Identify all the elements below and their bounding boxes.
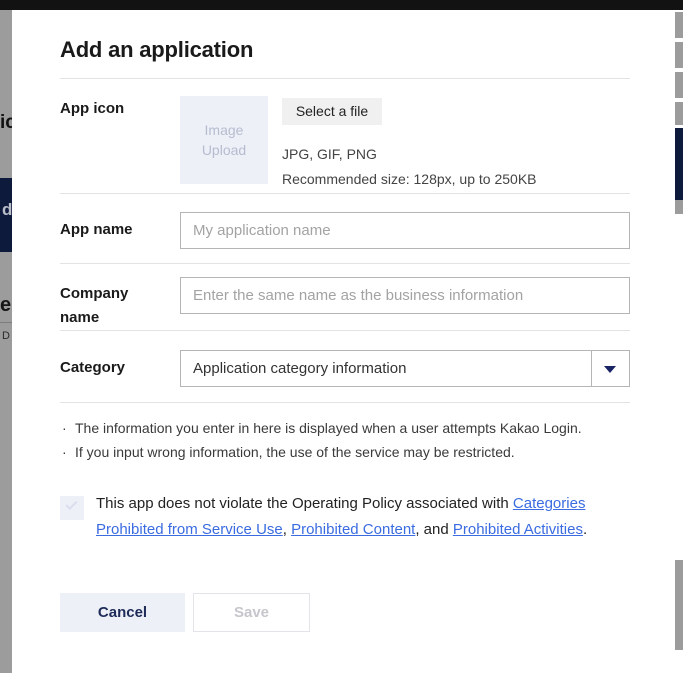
policy-checkbox[interactable]: [60, 496, 84, 520]
category-selected-value: Application category information: [193, 360, 406, 377]
app-name-input[interactable]: [180, 212, 630, 249]
link-prohibited-content[interactable]: Prohibited Content: [291, 521, 415, 538]
divider: [60, 402, 630, 403]
recommended-size-text: Recommended size: 128px, up to 250KB: [282, 171, 537, 187]
cancel-button[interactable]: Cancel: [60, 593, 185, 632]
app-name-label: App name: [60, 218, 133, 242]
background-left-strip: ic d es D: [0, 10, 12, 673]
policy-text-segment: , and: [415, 521, 453, 538]
background-navy-button-fragment: d: [0, 178, 12, 252]
background-top-bar: [0, 0, 683, 10]
select-separator: [591, 351, 592, 386]
note-text: The information you enter in here is dis…: [75, 416, 582, 440]
background-fragment: [675, 200, 683, 214]
checkmark-icon: [65, 498, 77, 510]
divider: [60, 78, 630, 79]
policy-text-segment: .: [583, 521, 587, 538]
note-item: · The information you enter in here is d…: [62, 416, 637, 440]
background-fragment: [675, 560, 683, 650]
bullet-icon: ·: [62, 416, 75, 440]
select-file-button[interactable]: Select a file: [282, 98, 382, 125]
background-fragment: [675, 12, 683, 38]
bullet-icon: ·: [62, 440, 75, 464]
policy-agreement-text: This app does not violate the Operating …: [96, 491, 631, 543]
background-clipped-text: d: [2, 200, 12, 220]
modal-title: Add an application: [60, 37, 253, 63]
background-navy-fragment: [675, 128, 683, 200]
company-name-label: Company name: [60, 282, 165, 330]
divider: [60, 263, 630, 264]
background-fragment: [675, 72, 683, 98]
background-fragment: [675, 42, 683, 68]
category-select[interactable]: Application category information: [180, 350, 630, 387]
background-clipped-text: ic: [0, 112, 12, 134]
screen: ic d es D Add an application App icon Im…: [0, 0, 683, 673]
accepted-formats-text: JPG, GIF, PNG: [282, 146, 377, 162]
policy-text-segment: ,: [283, 521, 291, 538]
note-item: · If you input wrong information, the us…: [62, 440, 637, 464]
note-text: If you input wrong information, the use …: [75, 440, 515, 464]
background-right-strip: [675, 10, 683, 673]
background-clipped-text: D: [2, 330, 10, 342]
company-name-input[interactable]: [180, 277, 630, 314]
image-upload-dropzone[interactable]: ImageUpload: [180, 96, 268, 184]
image-upload-placeholder: ImageUpload: [202, 120, 246, 160]
policy-text-segment: This app does not violate the Operating …: [96, 495, 513, 512]
divider: [60, 330, 630, 331]
background-divider: [0, 322, 12, 323]
notes-list: · The information you enter in here is d…: [62, 416, 637, 464]
app-icon-label: App icon: [60, 97, 124, 121]
chevron-down-icon: [604, 366, 616, 373]
background-fragment: [675, 102, 683, 125]
save-button[interactable]: Save: [193, 593, 310, 632]
link-prohibited-activities[interactable]: Prohibited Activities: [453, 521, 583, 538]
category-label: Category: [60, 356, 125, 380]
add-application-modal: Add an application App icon ImageUpload …: [12, 10, 675, 673]
background-clipped-text: es: [0, 294, 12, 317]
divider: [60, 193, 630, 194]
